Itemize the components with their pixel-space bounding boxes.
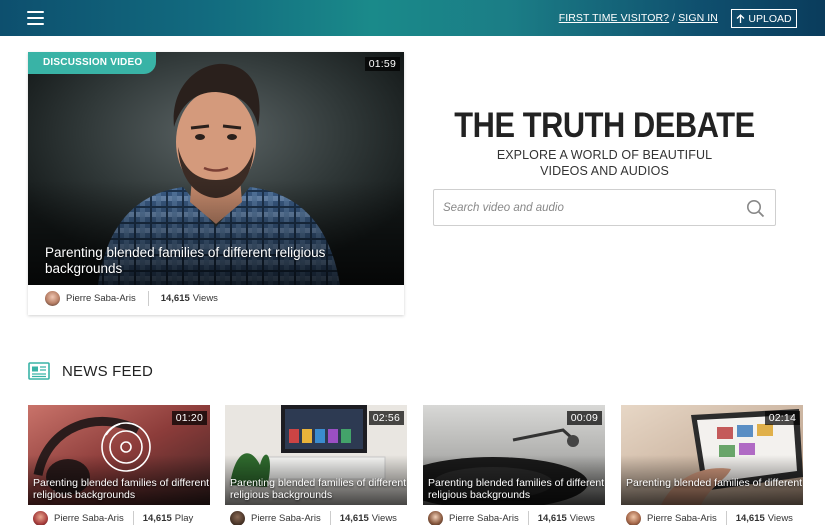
avatar[interactable] [626, 511, 641, 525]
avatar[interactable] [45, 291, 60, 306]
author-name[interactable]: Pierre Saba-Aris [647, 513, 717, 524]
author-name[interactable]: Pierre Saba-Aris [449, 513, 519, 524]
page-title: THE TRUTH DEBATE [454, 106, 755, 145]
duration-badge: 01:20 [171, 411, 207, 425]
author-name[interactable]: Pierre Saba-Aris [66, 293, 136, 304]
news-feed-header: NEWS FEED [28, 362, 153, 380]
page-subtitle: EXPLORE A WORLD OF BEAUTIFUL VIDEOS AND … [433, 148, 776, 179]
first-time-visitor-link[interactable]: FIRST TIME VISITOR? [559, 12, 669, 24]
feed-card[interactable]: 00:09 Parenting blended families of diff… [423, 405, 605, 525]
views-count: 14,615 [537, 513, 567, 524]
feed-card-meta: Pierre Saba-Aris 14,615 Views [428, 511, 595, 525]
avatar[interactable] [33, 511, 48, 525]
author-name[interactable]: Pierre Saba-Aris [251, 513, 321, 524]
featured-video-thumbnail[interactable]: DISCUSSION VIDEO 01:59 Parenting blended… [28, 52, 404, 285]
subtitle-line-1: EXPLORE A WORLD OF BEAUTIFUL [496, 148, 713, 162]
featured-video-title[interactable]: Parenting blended families of different … [45, 245, 365, 277]
views-count: 14,615 [160, 293, 190, 304]
meta-divider [725, 511, 727, 525]
subtitle-line-2: VIDEOS AND AUDIOS [540, 163, 669, 178]
play-count: 14,615 [142, 513, 172, 524]
feed-card-thumbnail[interactable]: 02:56 Parenting blended families of diff… [225, 405, 407, 505]
views-count: 14,615 [339, 513, 369, 524]
feed-card-meta: Pierre Saba-Aris 14,615 Views [626, 511, 793, 525]
featured-meta: Pierre Saba-Aris 14,615 Views [45, 291, 218, 306]
discussion-video-badge: DISCUSSION VIDEO [28, 52, 157, 74]
arrow-up-icon [736, 13, 745, 23]
feed-card-thumbnail[interactable]: 01:20 Parenting blended families of diff… [28, 405, 210, 505]
feed-card[interactable]: 02:14 Parenting blended families of diff… [621, 405, 803, 525]
auth-links: FIRST TIME VISITOR? / SIGN IN [559, 12, 718, 24]
sign-in-link[interactable]: SIGN IN [678, 12, 718, 24]
avatar[interactable] [230, 511, 245, 525]
newspaper-icon [28, 362, 50, 380]
views-count: 14,615 [735, 513, 765, 524]
meta-divider [329, 511, 331, 525]
featured-video-card[interactable]: DISCUSSION VIDEO 01:59 Parenting blended… [28, 52, 404, 315]
news-feed-title: NEWS FEED [62, 362, 153, 380]
duration-badge: 01:59 [364, 57, 400, 71]
feed-card-thumbnail[interactable]: 02:14 Parenting blended families of diff… [621, 405, 803, 505]
duration-badge: 02:56 [368, 411, 404, 425]
author-name[interactable]: Pierre Saba-Aris [54, 513, 124, 524]
feed-card-title[interactable]: Parenting blended families of different … [428, 477, 605, 501]
feed-card-meta: Pierre Saba-Aris 14,615 Views [230, 511, 397, 525]
duration-badge: 02:14 [764, 411, 800, 425]
meta-divider [132, 511, 134, 525]
views-label: Views [767, 513, 793, 524]
duration-badge: 00:09 [566, 411, 602, 425]
feed-card[interactable]: 01:20 Parenting blended families of diff… [28, 405, 210, 525]
top-bar: FIRST TIME VISITOR? / SIGN IN UPLOAD [0, 0, 825, 36]
upload-button[interactable]: UPLOAD [731, 9, 797, 28]
feed-card-meta: Pierre Saba-Aris 14,615 Play [33, 511, 193, 525]
feed-card-title[interactable]: Parenting blended families of different … [626, 477, 802, 489]
views-label: Views [569, 513, 595, 524]
feed-card[interactable]: 02:56 Parenting blended families of diff… [225, 405, 407, 525]
hamburger-menu-icon[interactable] [27, 11, 44, 25]
feed-card-title[interactable]: Parenting blended families of different … [230, 477, 407, 501]
search-input[interactable] [434, 190, 734, 225]
search-box [433, 189, 776, 226]
avatar[interactable] [428, 511, 443, 525]
meta-divider [147, 291, 149, 306]
views-label: Views [371, 513, 397, 524]
upload-label: UPLOAD [748, 12, 792, 25]
play-label: Play [174, 513, 194, 524]
feed-card-thumbnail[interactable]: 00:09 Parenting blended families of diff… [423, 405, 605, 505]
meta-divider [527, 511, 529, 525]
magnifier-icon[interactable] [746, 199, 765, 218]
auth-separator: / [669, 12, 679, 24]
feed-card-title[interactable]: Parenting blended families of different … [33, 477, 210, 501]
views-label: Views [192, 293, 218, 304]
